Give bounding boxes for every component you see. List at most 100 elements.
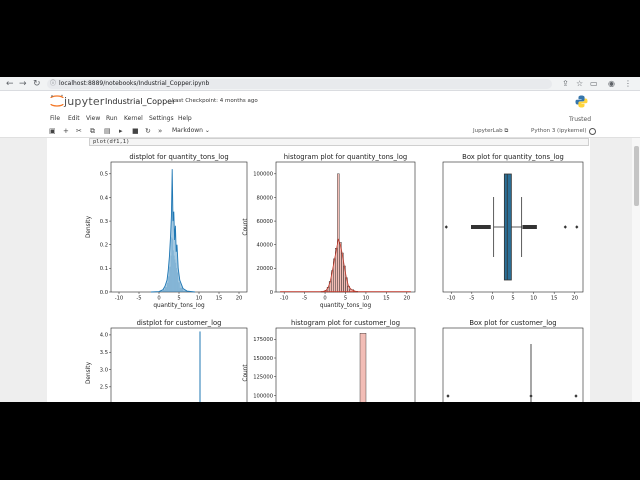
profile-icon[interactable]: ◉ [608, 78, 615, 90]
y-tick-label-0-0: 0.0 [100, 290, 108, 296]
kernel-status-icon [589, 128, 596, 135]
run-icon[interactable]: ▸ [119, 127, 123, 135]
x-tick-label-2-0: -10 [447, 296, 455, 302]
address-bar[interactable]: ⓘ localhost:8889/notebooks/Industrial_Co… [47, 79, 552, 89]
menu-settings[interactable]: Settings [149, 115, 174, 122]
x-tick-label-2-3: 5 [511, 296, 514, 302]
y-tick-label-4-3: 150000 [253, 356, 273, 362]
menu-kernel[interactable]: Kernel [124, 115, 143, 122]
x-tick-label-0-0: -10 [115, 296, 123, 302]
notebook-name[interactable]: Industrial_Copper [105, 97, 175, 106]
menu-bar: File Edit View Run Kernel Settings Help … [0, 113, 640, 125]
jupyter-wordmark[interactable]: jupyter [64, 95, 105, 108]
jupyterlab-label: JupyterLab [473, 128, 503, 134]
y-tick-label-1-1: 20000 [256, 266, 273, 272]
cut-icon[interactable]: ✂ [76, 127, 82, 135]
paste-icon[interactable]: ▤ [104, 127, 111, 135]
cell-type-value: Markdown [172, 127, 203, 134]
back-arrow-icon[interactable]: ← [6, 78, 14, 90]
add-cell-icon[interactable]: + [63, 127, 69, 135]
x-tick-label-1-5: 15 [383, 296, 390, 302]
tab-search-icon[interactable]: ▭ [590, 78, 598, 90]
stop-icon[interactable]: ■ [132, 127, 139, 135]
x-tick-label-1-4: 10 [363, 296, 370, 302]
more-menu-icon[interactable]: ⋮ [624, 78, 632, 90]
x-tick-label-2-2: 0 [491, 296, 494, 302]
x-tick-label-0-2: 0 [157, 296, 160, 302]
y-tick-label-4-2: 125000 [253, 375, 273, 381]
menu-edit[interactable]: Edit [68, 115, 80, 122]
plot-title-3: distplot for customer_log [137, 319, 222, 327]
external-link-icon: ⧉ [504, 128, 509, 134]
plot-title-4: histogram plot for customer_log [291, 319, 400, 327]
x-tick-label-1-3: 5 [344, 296, 347, 302]
menu-help[interactable]: Help [178, 115, 192, 122]
kernel-name[interactable]: Python 3 (ipykernel) [531, 128, 587, 134]
trusted-indicator[interactable]: Trusted [569, 116, 591, 123]
y-tick-label-0-3: 0.3 [100, 219, 108, 225]
x-tick-label-0-3: 5 [177, 296, 180, 302]
x-tick-label-1-1: -5 [302, 296, 307, 302]
y-tick-label-0-1: 0.1 [100, 266, 108, 272]
x-tick-label-0-5: 15 [216, 296, 223, 302]
chevron-down-icon: ⌄ [204, 127, 210, 134]
x-axis-label-0: quantity_tons_log [153, 303, 205, 309]
y-tick-label-1-2: 40000 [256, 243, 273, 249]
y-tick-label-0-5: 0.5 [100, 172, 108, 178]
jupyter-header: jupyter Industrial_Copper Last Checkpoin… [0, 91, 640, 113]
y-tick-label-1-0: 0 [270, 290, 273, 296]
reload-icon[interactable]: ↻ [33, 78, 41, 90]
hist-bar [337, 173, 340, 293]
menu-file[interactable]: File [50, 115, 60, 122]
screen: ← → ↻ ⓘ localhost:8889/notebooks/Industr… [0, 77, 640, 402]
x-tick-label-2-6: 20 [571, 296, 578, 302]
plot-title-5: Box plot for customer_log [469, 319, 556, 327]
forward-arrow-icon[interactable]: → [19, 78, 27, 90]
x-tick-label-2-4: 10 [530, 296, 537, 302]
share-icon[interactable]: ⇪ [562, 78, 569, 90]
y-tick-label-1-4: 80000 [256, 195, 273, 201]
copy-icon[interactable]: ⧉ [90, 127, 95, 135]
save-icon[interactable]: ▣ [49, 127, 56, 135]
bookmark-star-icon[interactable]: ☆ [576, 78, 583, 90]
x-tick-label-1-0: -10 [280, 296, 288, 302]
x-tick-label-0-4: 10 [196, 296, 203, 302]
hist-spike [359, 333, 367, 402]
url-text: localhost:8889/notebooks/Industrial_Copp… [59, 80, 210, 87]
y-tick-label-3-1: 2.5 [100, 385, 108, 391]
y-axis-label-4: Count [243, 364, 249, 382]
menu-run[interactable]: Run [106, 115, 118, 122]
cell-output-plots: -10 -5 0 5 10 15 20 0.0 0.1 0.2 0.3 0.4 0.5 distplot … [86, 153, 584, 402]
notebook-toolbar: ▣ + ✂ ⧉ ▤ ▸ ■ ↻ » Markdown ⌄ JupyterLab … [0, 125, 640, 138]
x-tick-label-2-5: 15 [551, 296, 558, 302]
info-icon: ⓘ [50, 80, 57, 87]
y-axis-label-1: Count [243, 218, 249, 236]
x-tick-label-1-2: 0 [323, 296, 326, 302]
dist-spike [199, 331, 201, 402]
plot-frame-4 [275, 327, 416, 402]
outlier-run-low [471, 225, 491, 229]
y-tick-label-1-5: 100000 [253, 172, 273, 178]
jupyter-logo-icon[interactable] [50, 94, 64, 108]
y-axis-label-0: Density [86, 215, 92, 238]
menu-view[interactable]: View [86, 115, 100, 122]
y-tick-label-3-2: 3.0 [100, 367, 108, 373]
checkpoint-status: Last Checkpoint: 4 months ago [172, 98, 258, 104]
y-tick-label-3-3: 3.5 [100, 350, 108, 356]
y-tick-label-0-4: 0.4 [100, 195, 109, 201]
x-tick-label-2-1: -5 [469, 296, 474, 302]
x-tick-label-0-1: -5 [136, 296, 141, 302]
x-tick-label-0-6: 20 [236, 296, 243, 302]
plot-title-1: histogram plot for quantity_tons_log [284, 153, 407, 161]
plot-frame-5 [442, 327, 584, 402]
browser-toolbar: ← → ↻ ⓘ localhost:8889/notebooks/Industr… [0, 77, 640, 91]
restart-run-all-icon[interactable]: » [158, 127, 162, 135]
y-tick-label-0-2: 0.2 [100, 243, 108, 249]
x-axis-label-1: quantity_tons_log [320, 303, 372, 309]
outlier-run-high [522, 225, 537, 229]
restart-icon[interactable]: ↻ [145, 127, 151, 135]
jupyterlab-link[interactable]: JupyterLab ⧉ [473, 128, 508, 135]
x-tick-label-1-6: 20 [404, 296, 411, 302]
cell-type-select[interactable]: Markdown ⌄ [172, 127, 210, 134]
plot-title-0: distplot for quantity_tons_log [129, 153, 228, 161]
